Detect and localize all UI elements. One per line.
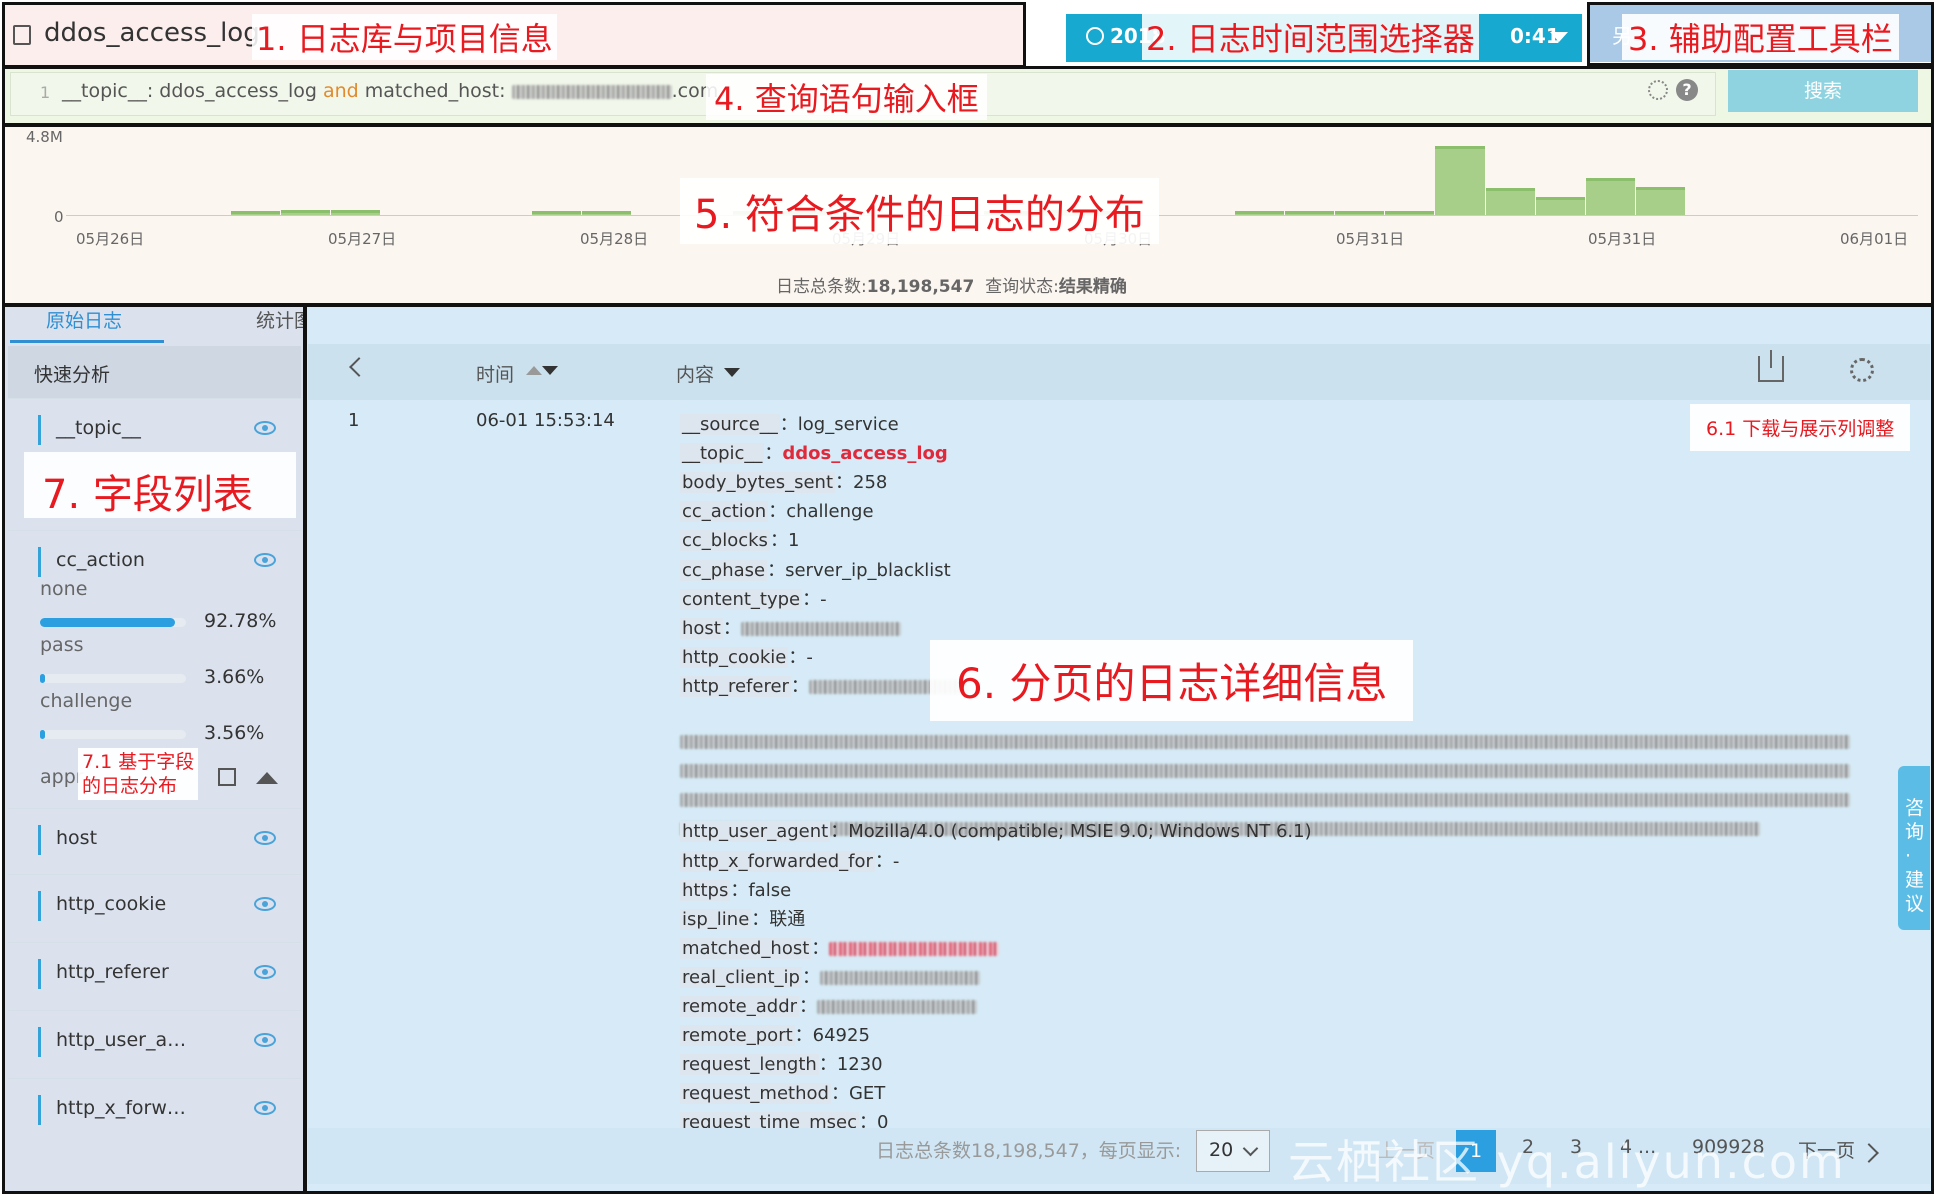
chevron-down-icon[interactable] (1550, 32, 1568, 42)
annotation-3: 3. 辅助配置工具栏 (1622, 14, 1899, 60)
annotation-2: 2. 日志时间范围选择器 (1142, 14, 1479, 60)
annotation-6: 6. 分页的日志详细信息 (930, 640, 1414, 721)
annotation-4: 4. 查询语句输入框 (706, 74, 987, 120)
annotation-7: 7. 字段列表 (24, 452, 296, 518)
annotation-5: 5. 符合条件的日志的分布 (680, 178, 1159, 244)
annotation-1: 1. 日志库与项目信息 (252, 14, 557, 60)
annotation-6-1: 6.1 下载与展示列调整 (1690, 404, 1911, 451)
clock-icon (1086, 27, 1104, 45)
annotation-7-1: 7.1 基于字段 的日志分布 (78, 748, 199, 800)
